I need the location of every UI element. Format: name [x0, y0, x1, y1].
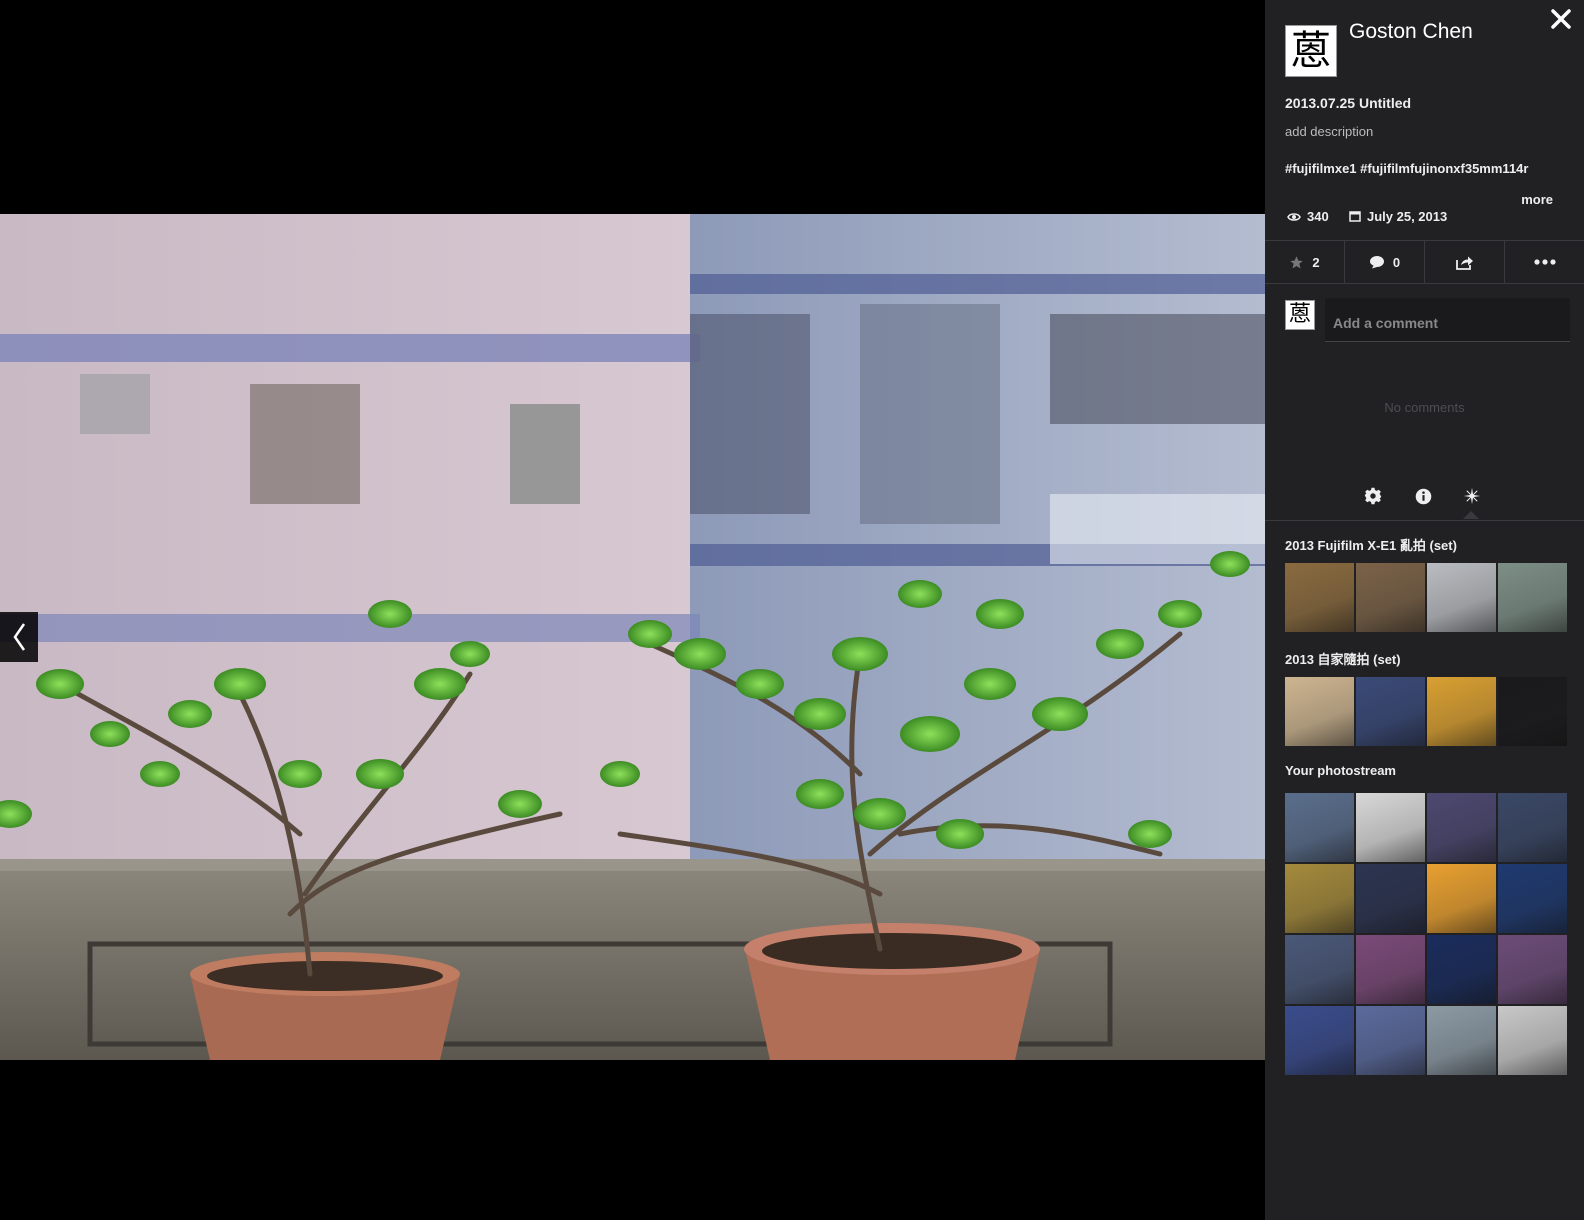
photostream-thumbnail[interactable]: [1285, 864, 1354, 933]
author-name[interactable]: Goston Chen: [1349, 20, 1473, 44]
author-avatar[interactable]: 蒽: [1285, 25, 1337, 77]
set-thumbnail[interactable]: [1285, 677, 1354, 746]
more-actions-button[interactable]: [1505, 241, 1584, 283]
date-taken: July 25, 2013: [1349, 209, 1447, 224]
previous-photo-button[interactable]: [0, 612, 38, 662]
view-count: 340: [1287, 209, 1329, 224]
photo-info-panel: 蒽 Goston Chen 2013.07.25 Untitled add de…: [1265, 0, 1584, 1220]
photostream-grid: [1285, 793, 1567, 1075]
set-thumbnail[interactable]: [1285, 563, 1354, 632]
comment-icon: [1369, 256, 1384, 269]
photostream-thumbnail[interactable]: [1427, 1006, 1496, 1075]
sparkle-icon: [1463, 487, 1481, 505]
photostream-thumbnail[interactable]: [1356, 935, 1425, 1004]
more-link[interactable]: more: [1521, 192, 1553, 207]
view-count-value: 340: [1307, 209, 1329, 224]
comment-input[interactable]: [1325, 298, 1570, 342]
main-photo[interactable]: [0, 214, 1265, 1060]
photo-stage: [0, 0, 1265, 1220]
set-title[interactable]: 2013 自家隨拍 (set): [1285, 649, 1401, 668]
photostream-thumbnail[interactable]: [1356, 1006, 1425, 1075]
calendar-icon: [1349, 211, 1361, 222]
date-taken-value: July 25, 2013: [1367, 209, 1448, 224]
tab-context[interactable]: [1460, 484, 1484, 508]
no-comments-text: No comments: [1384, 400, 1465, 415]
set-thumbnail[interactable]: [1427, 563, 1496, 632]
photostream-thumbnail[interactable]: [1285, 1006, 1354, 1075]
photostream-thumbnail[interactable]: [1498, 1006, 1567, 1075]
tab-settings[interactable]: [1361, 484, 1385, 508]
photostream-thumbnail[interactable]: [1498, 864, 1567, 933]
share-icon: [1455, 256, 1473, 270]
photostream-thumbnail[interactable]: [1285, 935, 1354, 1004]
active-tab-indicator: [1463, 511, 1479, 519]
info-icon: [1415, 488, 1431, 504]
chevron-left-icon: [13, 623, 26, 651]
favorite-count: 2: [1312, 254, 1320, 270]
ellipsis-icon: [1533, 259, 1556, 265]
photo-illustration: [0, 214, 1265, 1060]
set-title[interactable]: 2013 Fujifilm X-E1 亂拍 (set): [1285, 535, 1457, 554]
photostream-thumbnail[interactable]: [1427, 793, 1496, 862]
close-button[interactable]: [1550, 8, 1572, 30]
photostream-title[interactable]: Your photostream: [1285, 763, 1396, 778]
photostream-thumbnail[interactable]: [1498, 793, 1567, 862]
comment-button[interactable]: 0: [1345, 241, 1425, 283]
set-thumbnail[interactable]: [1356, 563, 1425, 632]
star-icon: [1290, 255, 1304, 268]
photostream-thumbnail[interactable]: [1427, 935, 1496, 1004]
photo-title[interactable]: 2013.07.25 Untitled: [1285, 95, 1411, 111]
photostream-thumbnail[interactable]: [1356, 793, 1425, 862]
share-button[interactable]: [1425, 241, 1505, 283]
photo-tags[interactable]: #fujifilmxe1 #fujifilmfujinonxf35mm114r: [1285, 161, 1528, 176]
set-thumbnails: [1285, 563, 1567, 632]
photostream-thumbnail[interactable]: [1498, 935, 1567, 1004]
favorite-button[interactable]: 2: [1265, 241, 1345, 283]
close-icon: [1551, 9, 1571, 29]
set-thumbnails: [1285, 677, 1567, 746]
photostream-thumbnail[interactable]: [1427, 864, 1496, 933]
action-bar: 2 0: [1265, 240, 1584, 284]
photostream-thumbnail[interactable]: [1285, 793, 1354, 862]
avatar-glyph: 蒽: [1291, 28, 1331, 74]
tab-info[interactable]: [1411, 484, 1435, 508]
context-tabs: [1265, 480, 1584, 521]
eye-icon: [1287, 212, 1301, 221]
set-thumbnail[interactable]: [1427, 677, 1496, 746]
set-thumbnail[interactable]: [1498, 677, 1567, 746]
set-thumbnail[interactable]: [1498, 563, 1567, 632]
photostream-thumbnail[interactable]: [1356, 864, 1425, 933]
gear-icon: [1364, 487, 1382, 505]
set-thumbnail[interactable]: [1356, 677, 1425, 746]
add-description-link[interactable]: add description: [1285, 124, 1373, 139]
commenter-avatar-glyph: 蒽: [1288, 302, 1311, 327]
comment-count: 0: [1392, 254, 1401, 270]
commenter-avatar: 蒽: [1285, 300, 1315, 330]
